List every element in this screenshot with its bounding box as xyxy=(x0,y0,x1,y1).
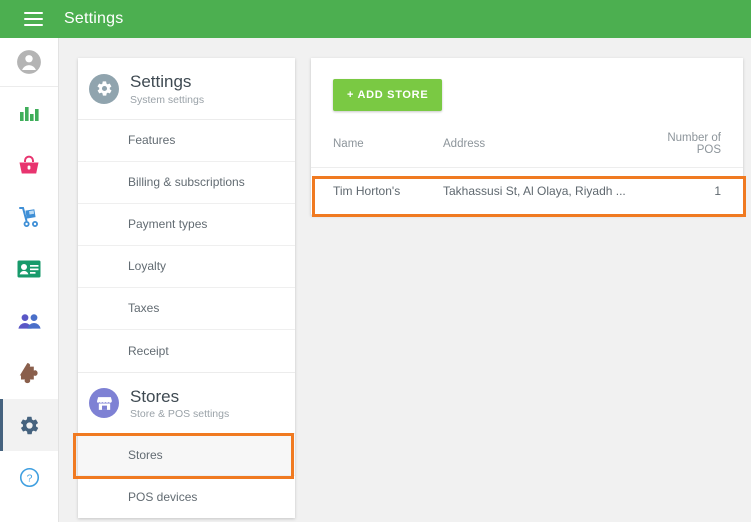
left-icon-rail: ? xyxy=(0,38,59,522)
rail-item-integrations[interactable] xyxy=(0,347,58,399)
id-card-icon xyxy=(17,260,41,278)
user-avatar-icon xyxy=(16,49,42,75)
column-header-address: Address xyxy=(443,138,486,150)
settings-menu-item-receipt[interactable]: Receipt xyxy=(78,329,295,372)
page-title: Settings xyxy=(64,10,124,27)
table-row[interactable]: Tim Horton's Takhassusi St, Al Olaya, Ri… xyxy=(311,167,743,215)
rail-item-customers[interactable] xyxy=(0,243,58,295)
svg-text:?: ? xyxy=(26,472,32,484)
settings-navigation-card: Settings System settings Features Billin… xyxy=(78,58,295,519)
column-header-number-of-pos: Number of POS xyxy=(667,132,721,156)
settings-section-title: Settings xyxy=(130,72,192,91)
stores-table: Name Address Number of POS Tim Horton's … xyxy=(311,132,743,215)
store-icon xyxy=(89,388,119,419)
rail-item-settings[interactable] xyxy=(0,399,58,451)
gear-icon xyxy=(19,415,40,436)
rail-item-profile[interactable] xyxy=(0,38,58,87)
stores-content-card: + ADD STORE Name Address Number of POS T… xyxy=(311,58,743,215)
hamburger-line xyxy=(23,18,43,20)
stores-section-header: Stores Store & POS settings xyxy=(78,371,295,435)
puzzle-piece-icon xyxy=(18,362,40,384)
table-header-row: Name Address Number of POS xyxy=(311,132,743,168)
stores-section-subtitle: Store & POS settings xyxy=(130,408,230,421)
shopping-basket-icon xyxy=(18,155,40,176)
stores-menu-item-pos-devices[interactable]: POS devices xyxy=(78,476,295,519)
settings-section-header: Settings System settings xyxy=(78,58,295,120)
settings-menu-item-payment-types[interactable]: Payment types xyxy=(78,203,295,246)
rail-item-employees[interactable] xyxy=(0,295,58,347)
rail-item-inventory[interactable] xyxy=(0,191,58,243)
app-header-bar: Settings xyxy=(0,0,751,38)
rail-item-help[interactable]: ? xyxy=(0,451,58,503)
settings-menu-item-billing[interactable]: Billing & subscriptions xyxy=(78,161,295,204)
column-header-name: Name xyxy=(333,138,364,150)
cell-store-name: Tim Horton's xyxy=(311,167,443,215)
add-store-button[interactable]: + ADD STORE xyxy=(333,79,443,111)
stores-section-title: Stores xyxy=(130,386,180,406)
people-icon xyxy=(17,313,42,330)
cell-store-pos-count: 1 xyxy=(655,167,743,215)
rail-item-sales[interactable] xyxy=(0,139,58,191)
settings-menu-item-loyalty[interactable]: Loyalty xyxy=(78,245,295,288)
inventory-cart-icon xyxy=(18,206,41,228)
hamburger-menu-icon[interactable] xyxy=(16,0,50,38)
bar-chart-icon xyxy=(19,103,40,123)
rail-item-reports[interactable] xyxy=(0,87,58,139)
cell-store-address: Takhassusi St, Al Olaya, Riyadh ... xyxy=(443,167,655,215)
hamburger-line xyxy=(23,24,43,26)
stores-menu-item-stores[interactable]: Stores xyxy=(78,434,295,477)
settings-menu-item-taxes[interactable]: Taxes xyxy=(78,287,295,330)
hamburger-line xyxy=(23,12,43,14)
settings-menu-item-features[interactable]: Features xyxy=(78,119,295,162)
help-circle-icon: ? xyxy=(19,467,40,488)
settings-section-subtitle: System settings xyxy=(130,93,205,106)
gear-icon xyxy=(89,73,119,104)
